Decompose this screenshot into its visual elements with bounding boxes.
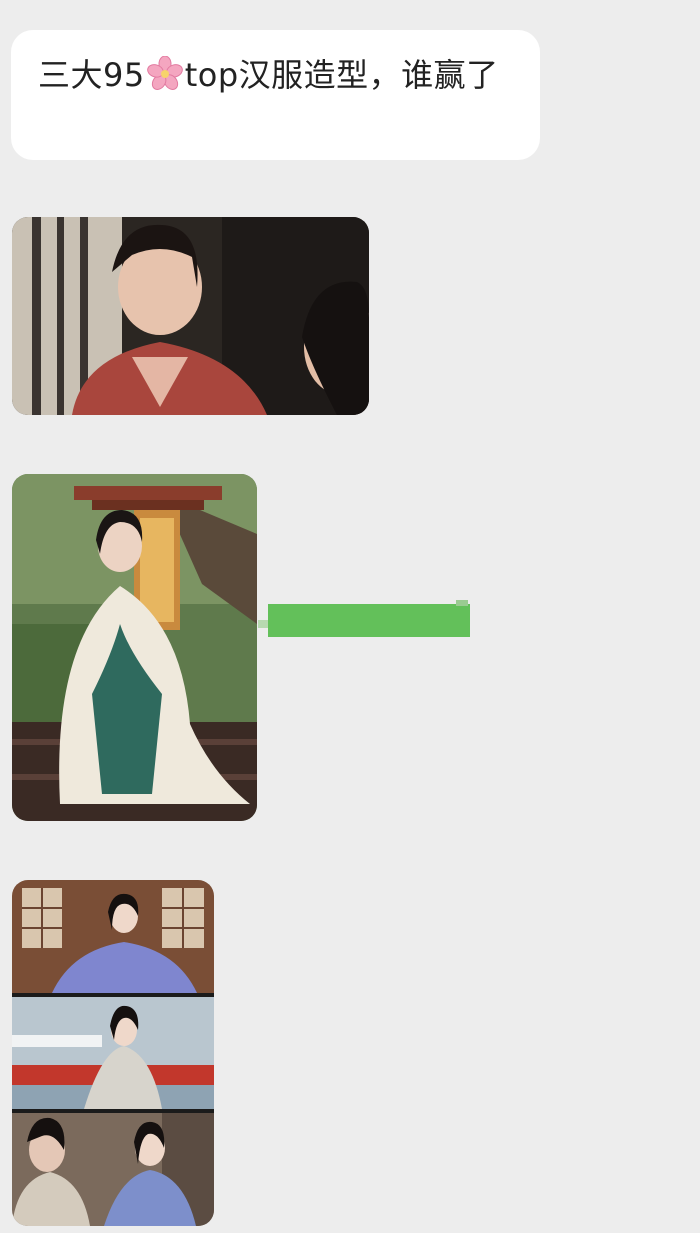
message-bubble[interactable]: 三大95 top汉服造型，谁赢了 <box>11 30 540 160</box>
image-message-3[interactable] <box>12 880 214 1226</box>
green-message-bar[interactable] <box>258 600 470 637</box>
message-text-after: top汉服造型，谁赢了 <box>184 56 499 94</box>
image-message-1[interactable] <box>12 217 369 415</box>
photo-woman-white-green-hanfu <box>12 474 257 821</box>
cherry-blossom-icon <box>146 56 183 90</box>
bar-artifact-right <box>456 600 468 606</box>
photo-collage-blue-hanfu <box>12 880 214 1226</box>
photo-woman-red-hanfu <box>12 217 369 415</box>
bar-artifact-left <box>258 620 268 628</box>
image-message-2[interactable] <box>12 474 257 821</box>
message-text-before: 三大95 <box>38 56 145 94</box>
